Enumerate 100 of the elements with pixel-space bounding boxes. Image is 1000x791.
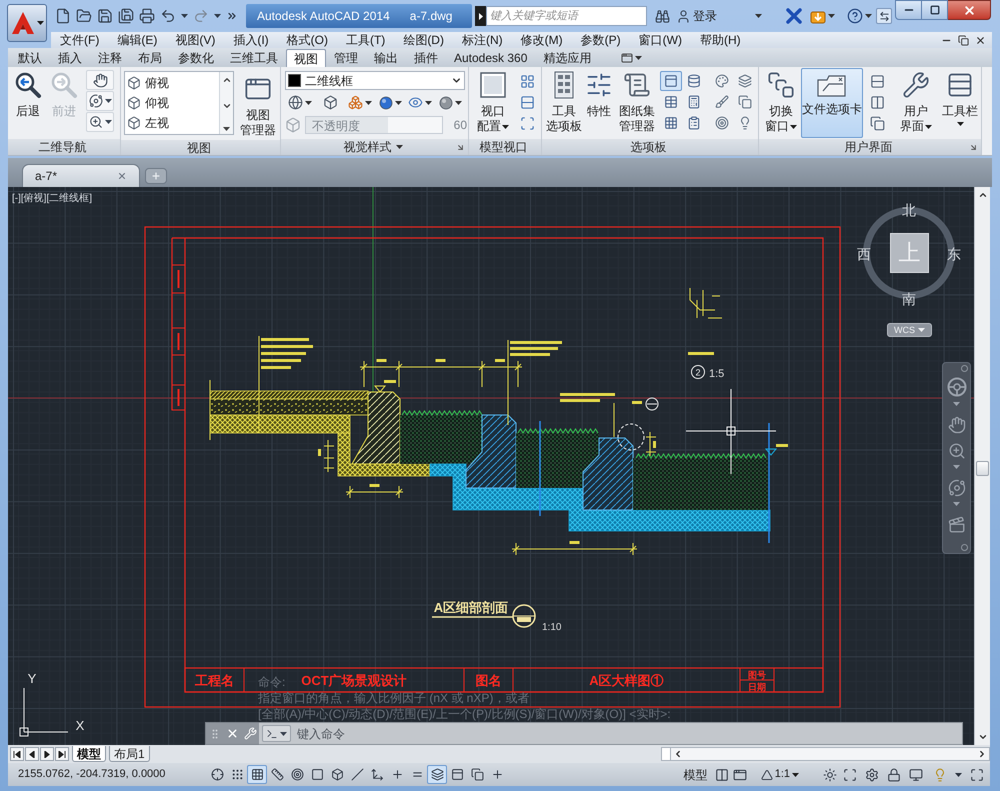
- layout-nav-button[interactable]: [10, 747, 24, 761]
- viewport-configuration-button[interactable]: 视口 配置: [473, 67, 513, 137]
- wrench-icon[interactable]: [244, 727, 257, 740]
- window-icon[interactable]: [732, 768, 747, 782]
- maximize-icon[interactable]: [970, 768, 984, 782]
- file-tab[interactable]: a-7*: [22, 164, 140, 187]
- restore-icon[interactable]: [958, 34, 969, 46]
- chevrons-icon[interactable]: [226, 10, 238, 22]
- view-manager-button[interactable]: 视图 管理器: [237, 71, 279, 141]
- scroll-thumb[interactable]: [976, 461, 989, 476]
- lightbulb-icon[interactable]: [738, 116, 752, 130]
- status-toggle-button[interactable]: [247, 765, 267, 784]
- gear-icon[interactable]: [865, 768, 879, 782]
- scroll-down-icon[interactable]: [222, 101, 232, 111]
- compass-label[interactable]: 东: [947, 246, 961, 262]
- menu-item[interactable]: 格式(O): [278, 32, 337, 48]
- maximize-button[interactable]: [922, 0, 948, 20]
- menu-item[interactable]: 插入(I): [224, 32, 278, 48]
- viewport-controls[interactable]: [-][俯视][二维线框]: [12, 193, 92, 205]
- status-toggle-button[interactable]: [427, 765, 447, 784]
- orbit-icon[interactable]: [948, 479, 966, 497]
- printer-icon[interactable]: [139, 8, 155, 24]
- columns-icon[interactable]: [870, 94, 884, 110]
- switch-windows-button[interactable]: 切换 窗口: [763, 67, 799, 137]
- ribbon-tab[interactable]: 插入: [50, 49, 90, 67]
- binoculars-icon[interactable]: [655, 8, 670, 24]
- sun-icon[interactable]: [823, 768, 837, 782]
- view-list-item[interactable]: 俯视: [125, 73, 219, 93]
- new-file-icon[interactable]: [55, 8, 71, 24]
- rows-icon[interactable]: [520, 94, 534, 110]
- layout-tab[interactable]: 模型: [72, 746, 106, 762]
- back-button[interactable]: 后退: [11, 67, 45, 137]
- copy-icon[interactable]: [738, 95, 752, 109]
- target-icon[interactable]: [715, 116, 729, 130]
- annotation-scale-button[interactable]: 1:1: [774, 766, 799, 783]
- save-icon[interactable]: [97, 8, 113, 24]
- zoom-button[interactable]: [86, 112, 114, 132]
- toolbars-button[interactable]: 工具栏: [940, 67, 980, 137]
- menu-item[interactable]: 标注(N): [452, 32, 512, 48]
- ribbon-tab[interactable]: 注释: [90, 49, 130, 67]
- hand-icon[interactable]: [948, 416, 966, 434]
- scroll-up-icon[interactable]: [222, 75, 232, 85]
- command-input[interactable]: 键入命令: [293, 722, 963, 745]
- scan-icon[interactable]: [843, 768, 857, 782]
- menu-item[interactable]: 编辑(E): [108, 32, 166, 48]
- scroll-left-icon[interactable]: [673, 749, 683, 759]
- compass-label[interactable]: 北: [902, 202, 916, 218]
- menu-item[interactable]: 工具(T): [336, 32, 394, 48]
- ribbon-tab[interactable]: Autodesk 360: [446, 49, 536, 67]
- layout-nav-button[interactable]: [40, 747, 54, 761]
- visual-style-dropdown[interactable]: 二维线框: [285, 71, 465, 90]
- view-list-item[interactable]: 左视: [125, 113, 219, 133]
- sheet-set-manager-button[interactable]: 图纸集 管理器: [616, 67, 658, 137]
- ribbon-tab[interactable]: 输出: [366, 49, 406, 67]
- layout-nav-button[interactable]: [55, 747, 69, 761]
- menu-item[interactable]: 文件(F): [51, 32, 108, 48]
- properties-button[interactable]: 特性: [584, 67, 614, 137]
- menu-item[interactable]: 帮助(H): [690, 32, 750, 48]
- folder-icon[interactable]: [76, 8, 92, 24]
- layout-tab[interactable]: 布局1: [109, 746, 150, 762]
- triangle-icon[interactable]: [760, 768, 773, 780]
- view-list-item[interactable]: 仰视: [125, 93, 219, 113]
- layers-icon[interactable]: [738, 74, 752, 88]
- sign-in-button[interactable]: 登录: [693, 7, 717, 25]
- close-icon[interactable]: [975, 34, 986, 46]
- search-toggle-button[interactable]: [475, 6, 486, 26]
- menu-item[interactable]: 绘图(D): [394, 32, 453, 48]
- ribbon-tab[interactable]: 默认: [10, 49, 50, 67]
- file-tabs-button[interactable]: 文件选项卡: [801, 68, 863, 138]
- ribbon-tab[interactable]: 三维工具: [222, 49, 286, 67]
- rows-icon[interactable]: [870, 74, 884, 88]
- model-button[interactable]: 模型: [680, 766, 711, 784]
- x-mark-icon[interactable]: [786, 8, 802, 24]
- palette-toggle-button[interactable]: [660, 71, 682, 91]
- lock-icon[interactable]: [887, 768, 901, 782]
- brush-icon[interactable]: [715, 95, 729, 109]
- ribbon-tab[interactable]: 布局: [130, 49, 170, 67]
- ribbon-tab[interactable]: 管理: [326, 49, 366, 67]
- grid-icon[interactable]: [520, 74, 534, 88]
- ribbon-options-button[interactable]: [619, 51, 644, 65]
- ribbon-tab[interactable]: 参数化: [170, 49, 222, 67]
- scroll-down-icon[interactable]: [978, 732, 988, 742]
- monitor-icon[interactable]: [909, 768, 923, 782]
- application-menu-button[interactable]: [7, 4, 47, 42]
- copy-icon[interactable]: [870, 116, 884, 130]
- ribbon-tab[interactable]: 精选应用: [535, 49, 600, 67]
- menu-item[interactable]: 修改(M): [512, 32, 572, 48]
- ribbon-tab[interactable]: 插件: [406, 49, 446, 67]
- compass-label[interactable]: 西: [857, 246, 871, 262]
- scroll-up-icon[interactable]: [978, 190, 988, 200]
- palette-icon[interactable]: [715, 74, 729, 88]
- menu-item[interactable]: 参数(P): [572, 32, 630, 48]
- zoom-in-icon[interactable]: [948, 442, 966, 460]
- swap-button[interactable]: [876, 8, 892, 24]
- pan-button[interactable]: [86, 70, 114, 90]
- new-tab-button[interactable]: [145, 168, 167, 184]
- scan-icon[interactable]: [520, 116, 534, 130]
- scroll-right-icon[interactable]: [977, 749, 987, 759]
- compass-label[interactable]: 南: [902, 291, 916, 307]
- clapperboard-icon[interactable]: [948, 516, 966, 534]
